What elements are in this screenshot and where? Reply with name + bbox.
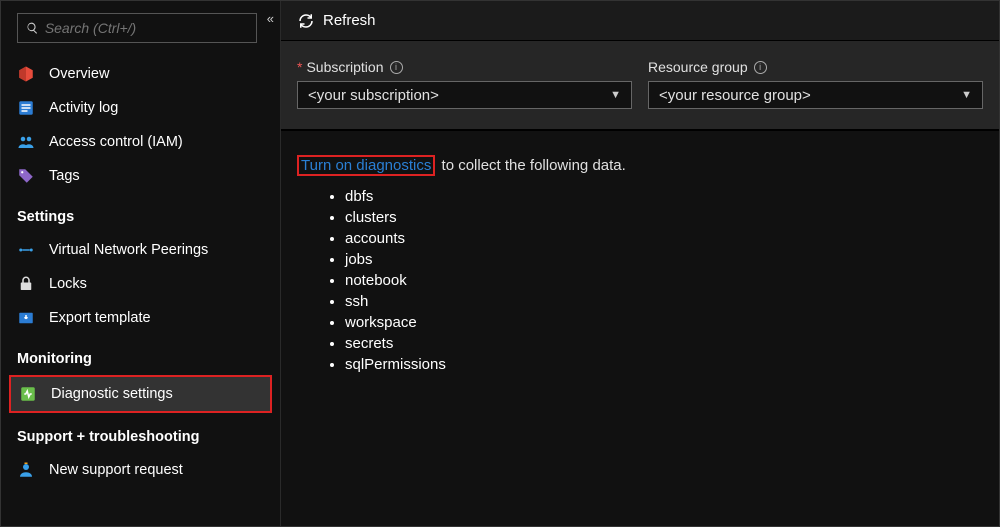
sidebar-item-label: Diagnostic settings <box>51 386 173 402</box>
network-icon <box>17 241 35 259</box>
sidebar-item-label: Export template <box>49 310 151 326</box>
sidebar-item-label: Virtual Network Peerings <box>49 242 208 258</box>
list-item: ssh <box>345 291 983 312</box>
subscription-label: * Subscription i <box>297 59 632 75</box>
sidebar-header-monitoring: Monitoring <box>1 335 280 375</box>
cube-icon <box>17 65 35 83</box>
sidebar-item-activity-log[interactable]: Activity log <box>1 91 280 125</box>
log-icon <box>17 99 35 117</box>
refresh-label: Refresh <box>323 12 376 29</box>
sidebar-item-export-template[interactable]: Export template <box>1 301 280 335</box>
search-input[interactable] <box>45 20 248 36</box>
sidebar-item-diagnostic-settings[interactable]: Diagnostic settings <box>11 377 270 411</box>
refresh-icon <box>297 12 315 30</box>
list-item: notebook <box>345 270 983 291</box>
people-icon <box>17 133 35 151</box>
collapse-sidebar-icon[interactable]: « <box>267 11 274 26</box>
sidebar: « Overview Activity log Access control (… <box>1 1 281 526</box>
sidebar-item-tags[interactable]: Tags <box>1 159 280 193</box>
list-item: secrets <box>345 333 983 354</box>
search-icon <box>26 21 39 35</box>
content-area: Turn on diagnostics to collect the follo… <box>281 131 999 526</box>
export-icon <box>17 309 35 327</box>
turn-on-diagnostics-link[interactable]: Turn on diagnostics <box>301 157 431 174</box>
diagnostic-icon <box>19 385 37 403</box>
search-box[interactable] <box>17 13 257 43</box>
required-asterisk: * <box>297 59 302 75</box>
list-item: clusters <box>345 207 983 228</box>
subscription-field: * Subscription i <your subscription> ▼ <box>297 59 632 109</box>
refresh-button[interactable]: Refresh <box>297 12 376 30</box>
filter-row: * Subscription i <your subscription> ▼ R… <box>281 41 999 131</box>
main-panel: Refresh * Subscription i <your subscript… <box>281 1 999 526</box>
sidebar-item-access-control[interactable]: Access control (IAM) <box>1 125 280 159</box>
resource-group-label: Resource group i <box>648 59 983 75</box>
list-item: dbfs <box>345 186 983 207</box>
lock-icon <box>17 275 35 293</box>
sidebar-item-label: Access control (IAM) <box>49 134 183 150</box>
highlight-diagnostic: Diagnostic settings <box>9 375 272 413</box>
chevron-down-icon: ▼ <box>610 89 621 101</box>
resource-group-value: <your resource group> <box>659 87 811 104</box>
list-item: jobs <box>345 249 983 270</box>
sidebar-header-settings: Settings <box>1 193 280 233</box>
list-item: workspace <box>345 312 983 333</box>
sidebar-item-label: Activity log <box>49 100 118 116</box>
sidebar-item-label: Overview <box>49 66 109 82</box>
info-icon[interactable]: i <box>754 61 767 74</box>
sidebar-item-label: New support request <box>49 462 183 478</box>
support-icon <box>17 461 35 479</box>
sidebar-item-label: Tags <box>49 168 80 184</box>
diagnostics-message-rest: to collect the following data. <box>437 157 625 174</box>
diagnostics-list: dbfs clusters accounts jobs notebook ssh… <box>345 186 983 375</box>
sidebar-item-vnet-peerings[interactable]: Virtual Network Peerings <box>1 233 280 267</box>
info-icon[interactable]: i <box>390 61 403 74</box>
toolbar: Refresh <box>281 1 999 41</box>
sidebar-item-new-support-request[interactable]: New support request <box>1 453 280 487</box>
subscription-value: <your subscription> <box>308 87 439 104</box>
highlight-turn-on-link: Turn on diagnostics <box>297 155 435 176</box>
sidebar-item-label: Locks <box>49 276 87 292</box>
tag-icon <box>17 167 35 185</box>
sidebar-item-locks[interactable]: Locks <box>1 267 280 301</box>
sidebar-item-overview[interactable]: Overview <box>1 57 280 91</box>
resource-group-field: Resource group i <your resource group> ▼ <box>648 59 983 109</box>
subscription-select[interactable]: <your subscription> ▼ <box>297 81 632 109</box>
resource-group-select[interactable]: <your resource group> ▼ <box>648 81 983 109</box>
diagnostics-message: Turn on diagnostics to collect the follo… <box>297 155 983 176</box>
list-item: sqlPermissions <box>345 354 983 375</box>
chevron-down-icon: ▼ <box>961 89 972 101</box>
list-item: accounts <box>345 228 983 249</box>
sidebar-header-support: Support + troubleshooting <box>1 413 280 453</box>
